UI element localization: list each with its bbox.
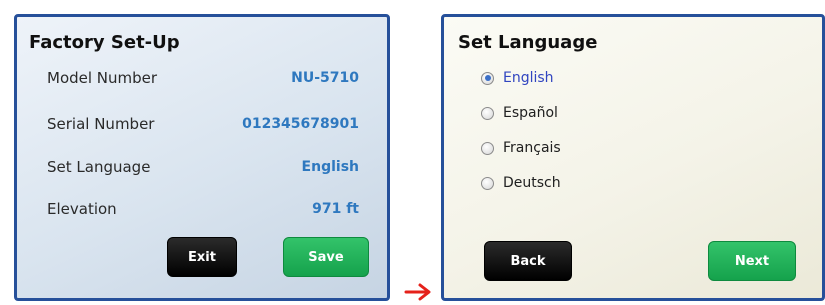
factory-setup-screen: Factory Set-Up Model Number NU-5710 Seri… (14, 14, 390, 301)
set-language-title: Set Language (458, 32, 598, 53)
language-option-label: Deutsch (503, 175, 561, 191)
exit-button[interactable]: Exit (167, 237, 237, 277)
model-number-label: Model Number (47, 69, 158, 87)
elevation-value[interactable]: 971 ft (312, 201, 359, 217)
stage: Factory Set-Up Model Number NU-5710 Seri… (0, 0, 825, 305)
elevation-label: Elevation (47, 200, 117, 218)
language-option-espanol[interactable]: Español (481, 103, 558, 123)
right-arrow-icon (404, 283, 431, 301)
radio-unchecked-icon[interactable] (481, 141, 494, 155)
language-option-label: English (503, 70, 554, 86)
set-language-label: Set Language (47, 158, 151, 176)
model-number-value: NU-5710 (291, 70, 359, 86)
language-option-francais[interactable]: Français (481, 138, 561, 158)
back-button[interactable]: Back (484, 241, 572, 281)
set-language-screen: Set Language English Español Français De… (441, 14, 825, 301)
next-button[interactable]: Next (708, 241, 796, 281)
serial-number-label: Serial Number (47, 115, 155, 133)
save-button[interactable]: Save (283, 237, 369, 277)
language-option-label: Español (503, 105, 558, 121)
set-language-value[interactable]: English (302, 159, 359, 175)
serial-number-value: 012345678901 (242, 116, 359, 132)
radio-unchecked-icon[interactable] (481, 106, 494, 120)
language-option-english[interactable]: English (481, 68, 554, 88)
radio-unchecked-icon[interactable] (481, 176, 494, 190)
language-option-deutsch[interactable]: Deutsch (481, 173, 561, 193)
radio-checked-icon[interactable] (481, 71, 494, 85)
language-option-label: Français (503, 140, 561, 156)
factory-setup-title: Factory Set-Up (29, 32, 180, 53)
